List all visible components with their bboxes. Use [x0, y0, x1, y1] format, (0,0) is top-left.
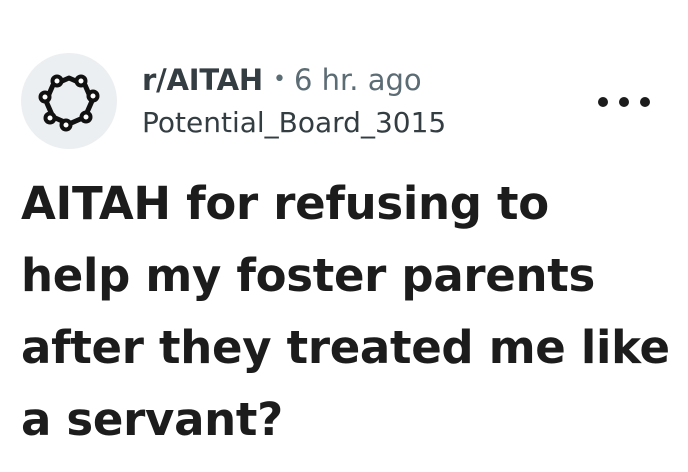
post-meta: r/AITAH • 6 hr. ago Potential_Board_3015	[142, 58, 446, 139]
subreddit-ring-icon	[38, 74, 100, 132]
post-meta-row: r/AITAH • 6 hr. ago	[142, 58, 446, 102]
post-time: 6 hr. ago	[293, 63, 422, 97]
more-options-icon[interactable]	[598, 84, 650, 120]
post-title[interactable]: AITAH for refusing to help my foster par…	[21, 168, 671, 456]
post-author[interactable]: Potential_Board_3015	[142, 106, 446, 139]
more-dot	[598, 97, 608, 107]
subreddit-name[interactable]: r/AITAH	[142, 63, 263, 97]
more-dot	[619, 97, 629, 107]
meta-separator: •	[272, 67, 286, 92]
subreddit-avatar[interactable]	[21, 53, 117, 149]
more-dot	[640, 97, 650, 107]
post-card: r/AITAH • 6 hr. ago Potential_Board_3015…	[0, 0, 688, 472]
